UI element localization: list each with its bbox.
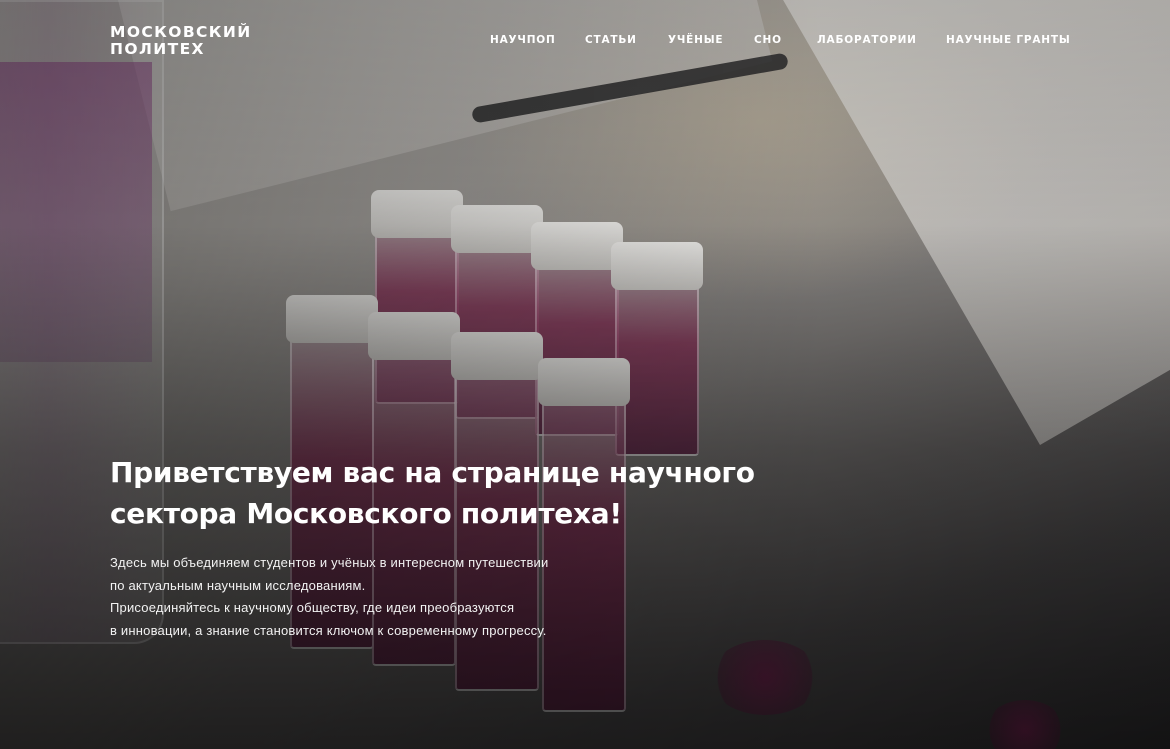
nav-item-nauchpop[interactable]: НАУЧПОП [490, 34, 556, 46]
nav-item-scientists[interactable]: УЧЁНЫЕ [668, 34, 723, 46]
nav-item-grants[interactable]: НАУЧНЫЕ ГРАНТЫ [946, 34, 1071, 46]
nav-item-sno[interactable]: СНО [754, 34, 782, 46]
nav-item-laboratories[interactable]: ЛАБОРАТОРИИ [817, 34, 917, 46]
logo-line-2: ПОЛИТЕХ [110, 40, 205, 58]
site-header: МОСКОВСКИЙ ПОЛИТЕХ НАУЧПОП СТАТЬИ УЧЁНЫЕ… [0, 0, 1170, 90]
hero-title-line: сектора Московского политеха! [110, 497, 622, 530]
hero-description-line: по актуальным научным исследованиям. [110, 577, 366, 593]
hero-description-line: в инновации, а знание становится ключом … [110, 623, 547, 639]
hero-description-line: Присоединяйтесь к научному обществу, где… [110, 600, 515, 616]
logo-line-1: МОСКОВСКИЙ [110, 23, 252, 41]
hero-description-line: Здесь мы объединяем студентов и учёных в… [110, 555, 549, 570]
hero-title: Приветствуем вас на странице научного се… [110, 452, 810, 534]
hero-content: Приветствуем вас на странице научного се… [110, 452, 810, 643]
site-logo[interactable]: МОСКОВСКИЙ ПОЛИТЕХ [110, 24, 250, 58]
hero-title-line: Приветствуем вас на странице научного [110, 456, 755, 489]
hero-description: Здесь мы объединяем студентов и учёных в… [110, 552, 810, 643]
nav-item-articles[interactable]: СТАТЬИ [585, 34, 637, 46]
